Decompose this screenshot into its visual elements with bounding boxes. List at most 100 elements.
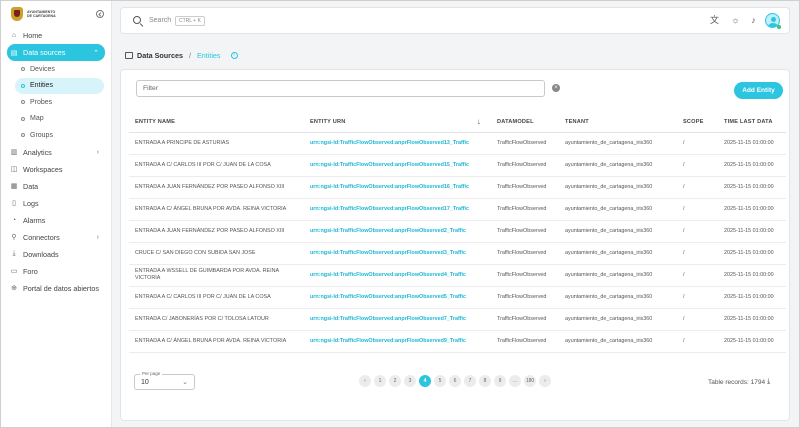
breadcrumb-root-link[interactable]: Data Sources (137, 51, 183, 60)
entity-urn-link[interactable]: urn:ngsi-ld:TrafficFlowObserved:anprFlow… (304, 132, 491, 155)
table-row[interactable]: ENTRADA A PRINCIPE DE ASTURIAS urn:ngsi-… (129, 132, 786, 155)
pagination-current-page[interactable]: 4 (419, 375, 431, 387)
column-header-scope[interactable]: SCOPE (677, 113, 718, 133)
entities-card: × Add Entity ENTITY NAME ENTITY URN ↓ DA… (120, 69, 790, 421)
table-row[interactable]: CRUCE C/ SAN DIEGO CON SUBIDA SAN JOSE u… (129, 242, 786, 265)
download-icon[interactable]: ⤓ (767, 378, 770, 386)
pagination-page-button[interactable]: 3 (404, 375, 416, 387)
notifications-bell-icon[interactable]: ♪ (748, 15, 759, 26)
sidebar-item-label: Workspaces (23, 164, 63, 174)
collapse-sidebar-icon[interactable] (96, 10, 104, 18)
column-header-datamodel[interactable]: DATAMODEL (491, 113, 559, 133)
table-row[interactable]: ENTRADA A C/ CARLOS III POR C/ JUAN DE L… (129, 286, 786, 309)
scope-cell: / (677, 242, 718, 265)
pagination-prev-button[interactable]: ‹ (359, 375, 371, 387)
entity-urn-link[interactable]: urn:ngsi-ld:TrafficFlowObserved:anprFlow… (304, 330, 491, 353)
sidebar-item-alarms[interactable]: ◔ Alarms (1, 212, 112, 229)
table-row[interactable]: ENTRADA A JUAN FERNÁNDEZ POR PASEO ALFON… (129, 220, 786, 243)
table-row[interactable]: ENTRADA C/ JABONERÍAS POR C/ TOLOSA LATO… (129, 308, 786, 331)
entity-urn-link[interactable]: urn:ngsi-ld:TrafficFlowObserved:anprFlow… (304, 264, 491, 287)
add-entity-button[interactable]: Add Entity (734, 82, 783, 99)
pagination-page-button[interactable]: 6 (449, 375, 461, 387)
table-row[interactable]: ENTRADA A JUAN FERNÁNDEZ POR PASEO ALFON… (129, 176, 786, 199)
entity-name-cell: ENTRADA A C/ ÁNGEL BRUNA POR AVDA. REINA… (129, 330, 304, 353)
breadcrumb-separator: / (188, 51, 191, 60)
filter-input[interactable] (136, 80, 545, 97)
scope-cell: / (677, 286, 718, 309)
brand-logo[interactable]: AYUNTAMIENTO DE CARTAGENA (11, 7, 67, 21)
online-status-dot (777, 25, 781, 29)
entity-urn-link[interactable]: urn:ngsi-ld:TrafficFlowObserved:anprFlow… (304, 198, 491, 221)
entity-urn-link[interactable]: urn:ngsi-ld:TrafficFlowObserved:anprFlow… (304, 154, 491, 177)
pagination-last-page[interactable]: 180 (524, 375, 536, 387)
per-page-select[interactable]: Per page 10 ⌄ (134, 371, 195, 390)
pagination-page-button[interactable]: 8 (479, 375, 491, 387)
entity-urn-link[interactable]: urn:ngsi-ld:TrafficFlowObserved:anprFlow… (304, 176, 491, 199)
table-row[interactable]: ENTRADA A C/ ÁNGEL BRUNA POR AVDA. REINA… (129, 198, 786, 221)
entity-name-cell: ENTRADA A C/ ÁNGEL BRUNA POR AVDA. REINA… (129, 198, 304, 221)
tenant-cell: ayuntamiento_de_cartagena_iris360 (559, 286, 677, 309)
chevron-right-icon: › (96, 233, 99, 241)
sidebar-item-foro[interactable]: ▭ Foro (1, 263, 112, 280)
sidebar-item-data[interactable]: ▦ Data (1, 178, 112, 195)
scope-cell: / (677, 220, 718, 243)
pagination-page-button[interactable]: 1 (374, 375, 386, 387)
column-header-tenant[interactable]: TENANT (559, 113, 677, 133)
search-trigger[interactable]: Search (149, 17, 171, 24)
datamodel-cell: TrafficFlowObserved (491, 132, 559, 155)
sidebar-item-label: Portal de datos abiertos (23, 283, 99, 293)
table-row[interactable]: ENTRADA A C/ CARLOS III POR C/ JUAN DE L… (129, 154, 786, 177)
datamodel-cell: TrafficFlowObserved (491, 330, 559, 353)
tenant-cell: ayuntamiento_de_cartagena_iris360 (559, 242, 677, 265)
pagination-next-button[interactable]: › (539, 375, 551, 387)
table-row[interactable]: ENTRADA A C/ ÁNGEL BRUNA POR AVDA. REINA… (129, 330, 786, 353)
clear-filter-icon[interactable]: × (552, 84, 560, 92)
sidebar-item-home[interactable]: ⌂ Home (1, 27, 112, 44)
tenant-cell: ayuntamiento_de_cartagena_iris360 (559, 176, 677, 199)
sidebar-item-portal[interactable]: ⊕ Portal de datos abiertos (1, 280, 112, 297)
entity-urn-link[interactable]: urn:ngsi-ld:TrafficFlowObserved:anprFlow… (304, 242, 491, 265)
sidebar-subitem-map[interactable]: Map (1, 111, 104, 128)
foro-icon: ▭ (10, 268, 18, 275)
sidebar-item-label: Home (23, 31, 43, 40)
column-header-entity-name[interactable]: ENTITY NAME (129, 113, 304, 133)
info-icon[interactable]: i (230, 52, 238, 59)
search-shortcut-badge: CTRL + K (175, 16, 205, 26)
sidebar-item-logs[interactable]: ▯ Logs (1, 195, 112, 212)
sidebar-item-analytics[interactable]: ▥ Analytics › (1, 144, 112, 161)
entity-urn-link[interactable]: urn:ngsi-ld:TrafficFlowObserved:anprFlow… (304, 220, 491, 243)
table-records: Table records: 1794 ⤓ (708, 378, 770, 386)
sidebar-nav: ⌂ Home ▤ Data sources ⌃ Devices Entities… (1, 27, 112, 297)
sidebar-subitem-groups[interactable]: Groups (1, 127, 104, 144)
scope-cell: / (677, 176, 718, 199)
scope-cell: / (677, 264, 718, 287)
search-icon[interactable] (133, 16, 141, 24)
entity-urn-link[interactable]: urn:ngsi-ld:TrafficFlowObserved:anprFlow… (304, 286, 491, 309)
sidebar-item-data-sources[interactable]: ▤ Data sources ⌃ (7, 44, 105, 61)
sidebar-subitem-devices[interactable]: Devices (1, 61, 104, 78)
sidebar-subitem-entities[interactable]: Entities (15, 77, 104, 94)
sidebar-item-downloads[interactable]: ⤓ Downloads (1, 246, 112, 263)
translate-icon[interactable]: 文 (709, 15, 720, 26)
pagination-page-button[interactable]: 2 (389, 375, 401, 387)
sidebar-item-connectors[interactable]: ⚲ Connectors › (1, 229, 112, 246)
pagination-page-button[interactable]: 7 (464, 375, 476, 387)
sidebar-item-label: Analytics (23, 147, 52, 157)
scope-cell: / (677, 330, 718, 353)
theme-sun-icon[interactable]: ☼ (730, 15, 741, 26)
pagination-page-button[interactable]: 5 (434, 375, 446, 387)
column-header-entity-urn[interactable]: ENTITY URN ↓ (304, 113, 491, 133)
sidebar-item-workspaces[interactable]: ◫ Workspaces (1, 161, 112, 178)
circle-bullet-icon (21, 67, 25, 72)
sidebar-subitem-label: Devices (30, 65, 55, 73)
entity-name-cell: ENTRADA A C/ CARLOS III POR C/ JUAN DE L… (129, 286, 304, 309)
sort-descending-icon[interactable]: ↓ (477, 117, 481, 126)
city-crest-icon (11, 7, 23, 21)
sidebar-subitem-probes[interactable]: Probes (1, 94, 104, 111)
pagination-page-button[interactable]: 9 (494, 375, 506, 387)
column-header-time-last-data[interactable]: TIME LAST DATA (718, 113, 786, 133)
entity-urn-link[interactable]: urn:ngsi-ld:TrafficFlowObserved:anprFlow… (304, 308, 491, 331)
table-row[interactable]: ENTRADA A WSSELL DE GUIMBARDA POR AVDA. … (129, 264, 786, 287)
entity-name-cell: ENTRADA A PRINCIPE DE ASTURIAS (129, 132, 304, 155)
downloads-icon: ⤓ (12, 250, 16, 257)
